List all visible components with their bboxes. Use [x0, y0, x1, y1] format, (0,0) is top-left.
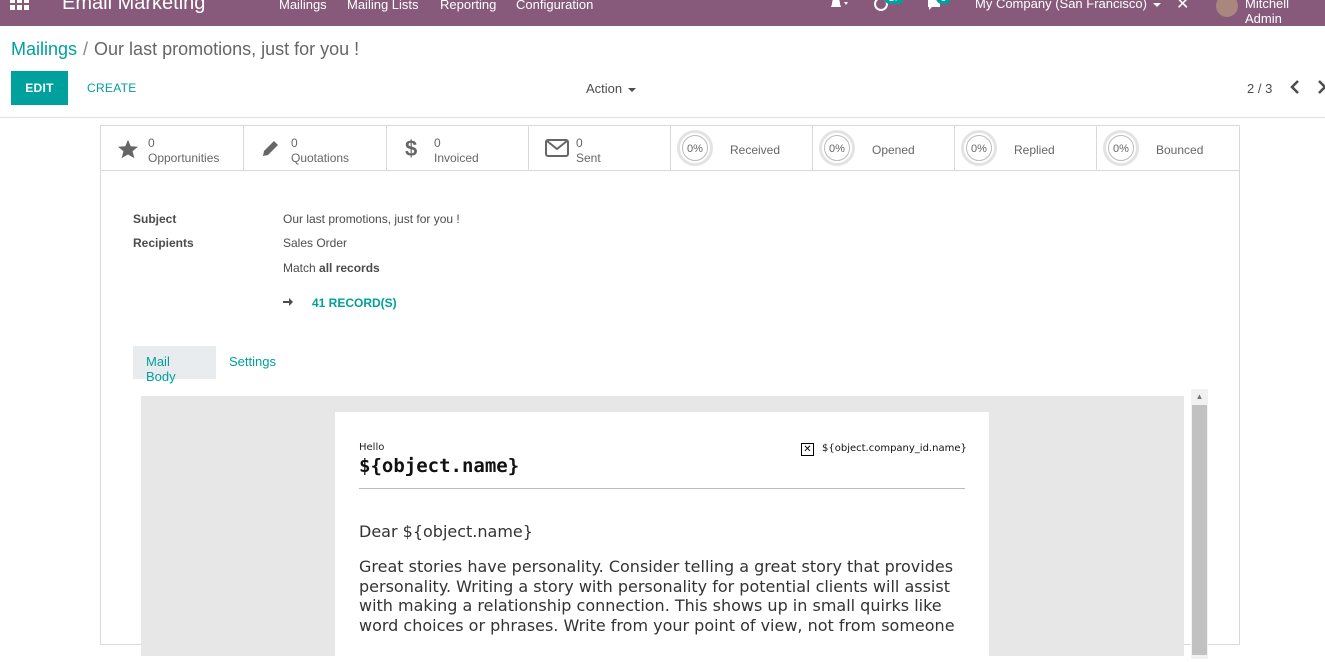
broken-image-icon: ✕ — [801, 443, 814, 456]
breadcrumb-separator: / — [83, 39, 89, 59]
app-brand[interactable]: Email Marketing — [62, 0, 205, 15]
mail-name-placeholder: ${object.name} — [359, 455, 520, 477]
subject-label: Subject — [133, 212, 177, 226]
avatar[interactable] — [1216, 0, 1238, 17]
create-button[interactable]: CREATE — [87, 81, 137, 95]
action-dropdown[interactable]: Action — [586, 81, 637, 96]
mail-paragraph: Great stories have personality. Consider… — [359, 557, 955, 635]
opportunities-label: Opportunities — [148, 151, 220, 165]
breadcrumb: Mailings / Our last promotions, just for y… — [11, 39, 359, 60]
match-domain: Match all records — [283, 261, 380, 275]
recipients-value: Sales Order — [283, 236, 348, 250]
invoiced-button[interactable]: $ 0 Invoiced — [387, 126, 529, 170]
chevron-left-icon[interactable] — [1289, 79, 1301, 100]
match-prefix: Match — [283, 261, 316, 275]
breadcrumb-mailings[interactable]: Mailings — [11, 39, 77, 59]
action-label: Action — [586, 81, 623, 96]
mail-divider — [359, 488, 965, 489]
replied-label: Replied — [1014, 143, 1055, 157]
tab-settings[interactable]: Settings — [216, 346, 289, 379]
bounced-rate-button[interactable]: 0% Bounced — [1097, 126, 1239, 170]
received-label: Received — [730, 143, 781, 157]
chevron-down-icon — [628, 87, 637, 92]
control-panel-divider — [0, 117, 1325, 118]
bell-icon[interactable] — [829, 0, 851, 15]
smart-buttons: 0 Opportunities 0 Quotations $ 0 Invoice… — [101, 126, 1239, 171]
top-navbar: Email Marketing Mailings Mailing Lists R… — [0, 0, 1325, 26]
form-sheet: 0 Opportunities 0 Quotations $ 0 Invoice… — [100, 125, 1240, 662]
arrow-right-icon — [283, 296, 293, 310]
quotations-label: Quotations — [291, 151, 350, 165]
mail-hello: Hello — [359, 442, 385, 453]
subject-value: Our last promotions, just for you ! — [283, 212, 460, 226]
records-link[interactable]: 41 RECORD(S) — [283, 296, 397, 310]
pager-value[interactable]: 2 / 3 — [1247, 81, 1272, 96]
star-icon — [117, 139, 139, 164]
invoiced-count: 0 — [434, 136, 441, 150]
apps-menu-icon[interactable] — [10, 0, 30, 14]
sent-label: Sent — [576, 151, 601, 165]
quotations-count: 0 — [291, 136, 298, 150]
company-switcher[interactable]: My Company (San Francisco) — [975, 0, 1161, 11]
mail-greeting: Dear ${object.name} — [359, 522, 533, 541]
menu-mailing-lists[interactable]: Mailing Lists — [347, 0, 419, 12]
pencil-icon — [260, 139, 280, 164]
chevron-down-icon — [1152, 2, 1161, 7]
mail-body-editor[interactable]: Hello ${object.name} ✕ ${object.company_… — [141, 396, 1184, 662]
chevron-right-icon[interactable] — [1318, 79, 1325, 100]
menu-mailings[interactable]: Mailings — [279, 0, 327, 12]
mail-company-placeholder: ${object.company_id.name} — [822, 443, 967, 454]
tab-mail-body[interactable]: Mail Body — [133, 346, 216, 384]
received-percent: 0% — [687, 143, 703, 155]
replied-rate-button[interactable]: 0% Replied — [955, 126, 1097, 170]
recipients-label: Recipients — [133, 236, 194, 250]
menu-configuration[interactable]: Configuration — [516, 0, 593, 12]
menu-reporting[interactable]: Reporting — [440, 0, 496, 12]
bounced-label: Bounced — [1156, 143, 1204, 157]
scrollbar-thumb[interactable] — [1192, 405, 1207, 655]
close-icon[interactable]: ✕ — [1176, 0, 1189, 14]
bounced-percent: 0% — [1113, 143, 1129, 155]
sent-button[interactable]: 0 Sent — [529, 126, 671, 170]
received-rate-button[interactable]: 0% Received — [671, 126, 813, 170]
match-bold: all records — [319, 261, 380, 275]
opportunities-count: 0 — [148, 136, 155, 150]
invoiced-label: Invoiced — [434, 151, 479, 165]
opportunities-button[interactable]: 0 Opportunities — [101, 126, 244, 170]
email-preview[interactable]: Hello ${object.name} ✕ ${object.company_… — [335, 412, 989, 662]
opened-label: Opened — [872, 143, 915, 157]
user-name[interactable]: Mitchell Admin — [1245, 0, 1325, 26]
sent-count: 0 — [576, 136, 583, 150]
scroll-up-arrow-icon[interactable]: ▲ — [1191, 389, 1208, 404]
opened-rate-button[interactable]: 0% Opened — [813, 126, 955, 170]
dollar-icon: $ — [405, 136, 418, 161]
company-name: My Company (San Francisco) — [975, 0, 1147, 11]
envelope-icon — [545, 139, 569, 162]
activity-count-badge: 27 — [884, 0, 905, 4]
edit-button[interactable]: EDIT — [11, 71, 68, 105]
breadcrumb-current: Our last promotions, just for you ! — [94, 39, 360, 59]
opened-percent: 0% — [829, 143, 845, 155]
replied-percent: 0% — [971, 143, 987, 155]
records-count: 41 RECORD(S) — [312, 296, 397, 310]
quotations-button[interactable]: 0 Quotations — [244, 126, 387, 170]
